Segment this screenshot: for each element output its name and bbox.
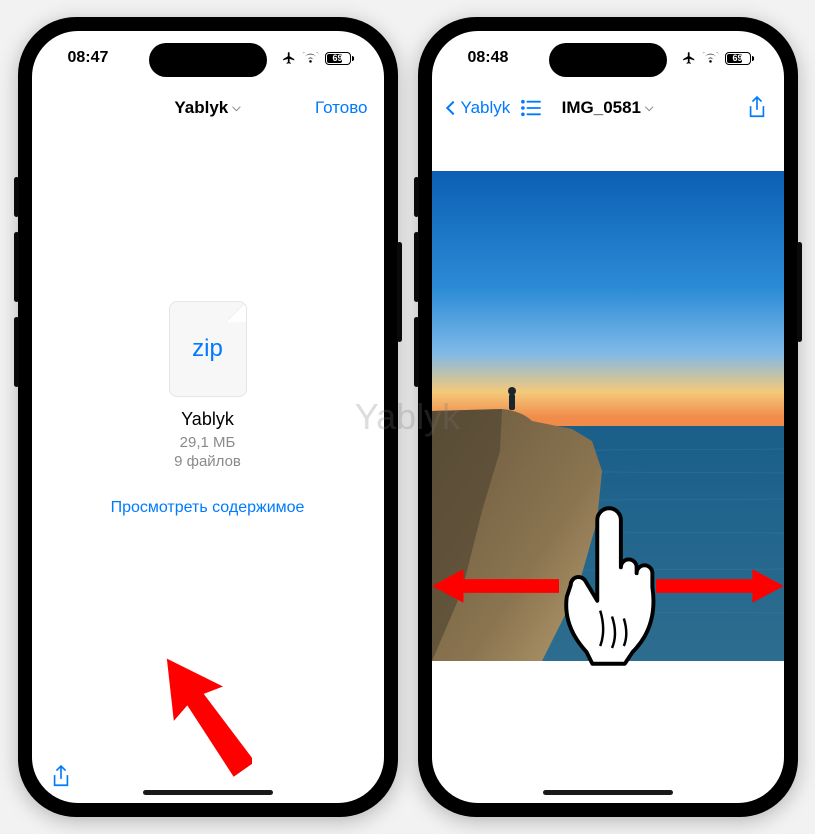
nav-bar: Yablyk IMG_0581 ⌵: [432, 85, 784, 131]
nav-bar: Yablyk ⌵ Готово: [32, 85, 384, 131]
list-icon[interactable]: [520, 99, 542, 117]
finger-icon: [553, 501, 661, 671]
archive-file-count: 9 файлов: [108, 453, 308, 470]
chevron-down-icon: ⌵: [645, 102, 653, 115]
archive-name: Yablyk: [108, 409, 308, 430]
zip-file-icon[interactable]: zip: [169, 301, 247, 397]
back-button[interactable]: Yablyk: [448, 98, 511, 118]
wifi-icon: [302, 52, 319, 64]
annotation-arrow-icon: [162, 641, 252, 791]
zip-extension: zip: [192, 335, 223, 363]
nav-title[interactable]: Yablyk ⌵: [174, 98, 240, 118]
nav-title[interactable]: IMG_0581 ⌵: [562, 98, 654, 118]
chevron-left-icon: [445, 101, 459, 115]
archive-size: 29,1 МБ: [108, 434, 308, 451]
phone-frame-right: 08:48 69 Y: [418, 17, 798, 817]
airplane-icon: [282, 51, 296, 65]
home-indicator[interactable]: [543, 790, 673, 795]
airplane-icon: [682, 51, 696, 65]
phone-frame-left: 08:47 69 Yablyk ⌵: [18, 17, 398, 817]
battery-level: 69: [327, 54, 349, 63]
dynamic-island: [549, 43, 667, 77]
share-icon[interactable]: [50, 764, 72, 790]
status-time: 08:48: [468, 49, 509, 67]
status-time: 08:47: [68, 49, 109, 67]
dynamic-island: [149, 43, 267, 77]
chevron-down-icon: ⌵: [232, 102, 240, 115]
battery-level: 69: [727, 54, 749, 63]
done-button[interactable]: Готово: [315, 98, 368, 118]
wifi-icon: [702, 52, 719, 64]
swipe-gesture-annotation: [432, 501, 784, 671]
share-icon[interactable]: [746, 95, 768, 121]
view-contents-button[interactable]: Просмотреть содержимое: [108, 498, 308, 519]
